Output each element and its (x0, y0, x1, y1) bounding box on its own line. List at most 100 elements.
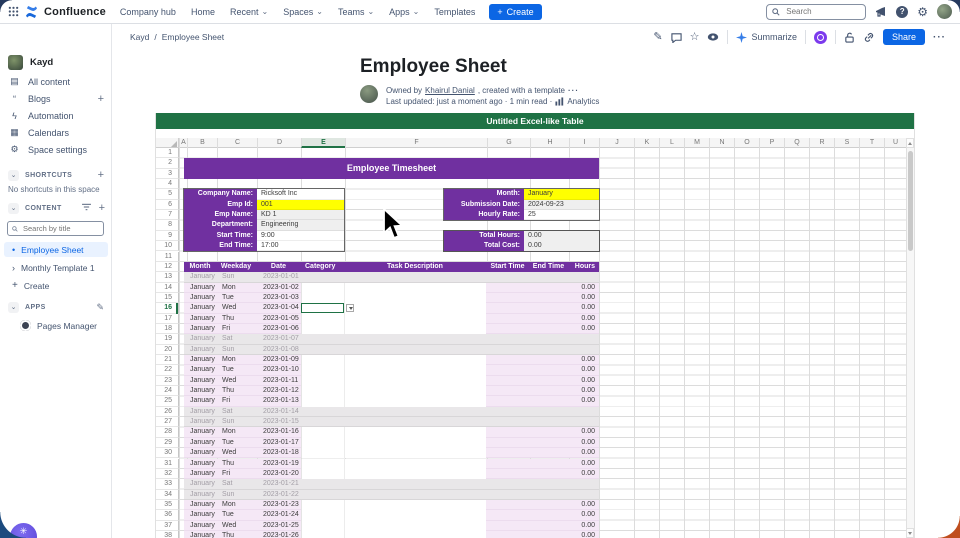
sidebar-item-calendars[interactable]: ▦Calendars (0, 124, 112, 141)
row-header-4[interactable]: 4 (156, 179, 179, 189)
cell-category-task[interactable] (301, 521, 486, 531)
cell-date[interactable]: 2023-01-25 (263, 521, 299, 531)
info-value[interactable]: 001 (257, 200, 344, 210)
header-cell-date[interactable]: Date (256, 262, 301, 272)
cell-hours[interactable]: 0.00 (555, 283, 595, 293)
nav-item-company-hub[interactable]: Company hub (120, 7, 176, 17)
edit-apps-icon[interactable]: ✎ (96, 302, 104, 313)
total-value[interactable]: 0.00 (524, 231, 599, 241)
cell-month[interactable]: January (190, 417, 215, 427)
column-header-N[interactable]: N (709, 138, 734, 148)
cell-category-task[interactable] (301, 459, 486, 469)
cell-weekday[interactable]: Wed (222, 376, 236, 386)
info-label[interactable]: Emp Name: (184, 210, 257, 220)
cell-month[interactable]: January (190, 469, 215, 479)
star-icon[interactable]: ☆ (690, 31, 700, 43)
info-value[interactable]: 25 (524, 210, 599, 220)
cell-date[interactable]: 2023-01-19 (263, 459, 299, 469)
info-value[interactable]: 2024-09-23 (524, 200, 599, 210)
settings-gear-icon[interactable]: ⚙ (917, 6, 928, 18)
sidebar-app-pages-manager[interactable]: Pages Manager (0, 318, 112, 333)
cell-category-task[interactable] (301, 438, 486, 448)
summarize-button[interactable]: Summarize (736, 32, 797, 43)
cell-date[interactable]: 2023-01-05 (263, 314, 299, 324)
cell-month[interactable]: January (190, 448, 215, 458)
cell-weekday[interactable]: Fri (222, 396, 230, 406)
sidebar-item-all-content[interactable]: ▤All content (0, 73, 112, 90)
cell-date[interactable]: 2023-01-09 (263, 355, 299, 365)
info-value[interactable]: 9:00 (257, 231, 344, 241)
cell-month[interactable]: January (190, 531, 215, 538)
cell-date[interactable]: 2023-01-11 (263, 376, 298, 386)
cell-hours[interactable]: 0.00 (555, 448, 595, 458)
cell-date[interactable]: 2023-01-21 (263, 479, 299, 489)
cell-month[interactable]: January (190, 365, 215, 375)
sidebar-create-page[interactable]: +Create (0, 278, 112, 293)
nav-item-spaces[interactable]: Spaces⌄ (283, 7, 323, 17)
content-search[interactable] (7, 221, 104, 236)
cell-date[interactable]: 2023-01-13 (263, 396, 299, 406)
cell-hours[interactable]: 0.00 (555, 303, 595, 313)
info-value[interactable]: January (524, 189, 599, 199)
sheet-widget-title[interactable]: Untitled Excel-like Table (156, 113, 914, 129)
cell-month[interactable]: January (190, 314, 215, 324)
info-label[interactable]: Emp Id: (184, 200, 257, 210)
create-button[interactable]: + Create (489, 4, 541, 20)
cell-month[interactable]: January (190, 324, 215, 334)
cell-hours[interactable]: 0.00 (555, 314, 595, 324)
sidebar-item-automation[interactable]: ϟAutomation (0, 107, 112, 124)
cell-category-task[interactable] (301, 531, 486, 538)
row-header-31[interactable]: 31 (156, 459, 179, 469)
row-header-6[interactable]: 6 (156, 200, 179, 210)
row-header-8[interactable]: 8 (156, 220, 179, 230)
cell-date[interactable]: 2023-01-07 (263, 334, 299, 344)
filter-icon[interactable] (82, 203, 91, 213)
cell-month[interactable]: January (190, 345, 215, 355)
info-label[interactable]: Submission Date: (444, 200, 524, 210)
column-header-I[interactable]: I (569, 138, 599, 148)
cell-hours[interactable]: 0.00 (555, 521, 595, 531)
info-value[interactable]: KD 1 (257, 210, 344, 220)
space-header[interactable]: Kayd (0, 52, 112, 72)
cell-weekday[interactable]: Fri (222, 469, 230, 479)
row-header-23[interactable]: 23 (156, 376, 179, 386)
content-search-input[interactable] (21, 223, 99, 234)
cell-month[interactable]: January (190, 303, 215, 313)
cell-hours[interactable]: 0.00 (555, 324, 595, 334)
cell-weekday[interactable]: Thu (222, 314, 234, 324)
row-header-36[interactable]: 36 (156, 510, 179, 520)
column-header-D[interactable]: D (257, 138, 301, 148)
timesheet-banner[interactable]: Employee Timesheet (184, 158, 599, 179)
cell-weekday[interactable]: Mon (222, 283, 236, 293)
row-header-5[interactable]: 5 (156, 189, 179, 199)
cell-weekday[interactable]: Sat (222, 334, 233, 344)
owner-link[interactable]: Khairul Danial (425, 85, 475, 96)
global-search[interactable] (766, 4, 866, 20)
cell-category-task[interactable] (301, 448, 486, 458)
column-header-M[interactable]: M (684, 138, 709, 148)
header-cell-category[interactable]: Category (301, 262, 344, 272)
apps-section-header[interactable]: ⌄ APPS ✎ (0, 300, 112, 314)
cell-date[interactable]: 2023-01-04 (263, 303, 299, 313)
row-header-1[interactable]: 1 (156, 148, 179, 158)
cell-weekday[interactable]: Wed (222, 303, 236, 313)
row-header-22[interactable]: 22 (156, 365, 179, 375)
copy-link-icon[interactable] (863, 32, 875, 43)
cell-month[interactable]: January (190, 521, 215, 531)
cell-month[interactable]: January (190, 490, 215, 500)
search-input[interactable] (784, 6, 848, 17)
column-header-F[interactable]: F (345, 138, 487, 148)
cell-date[interactable]: 2023-01-24 (263, 510, 299, 520)
info-label[interactable]: Start Time: (184, 231, 257, 241)
breadcrumb-page-link[interactable]: Employee Sheet (162, 32, 224, 42)
cell-date[interactable]: 2023-01-26 (263, 531, 299, 538)
cell-weekday[interactable]: Sun (222, 345, 234, 355)
cell-date[interactable]: 2023-01-02 (263, 283, 299, 293)
row-header-28[interactable]: 28 (156, 427, 179, 437)
sheet-scroll-down-button[interactable] (906, 528, 914, 538)
cell-month[interactable]: January (190, 459, 215, 469)
user-avatar[interactable] (937, 4, 952, 19)
row-header-12[interactable]: 12 (156, 262, 179, 272)
sidebar-page-employee-sheet[interactable]: •Employee Sheet (4, 242, 108, 257)
cell-category-task[interactable] (301, 469, 486, 479)
